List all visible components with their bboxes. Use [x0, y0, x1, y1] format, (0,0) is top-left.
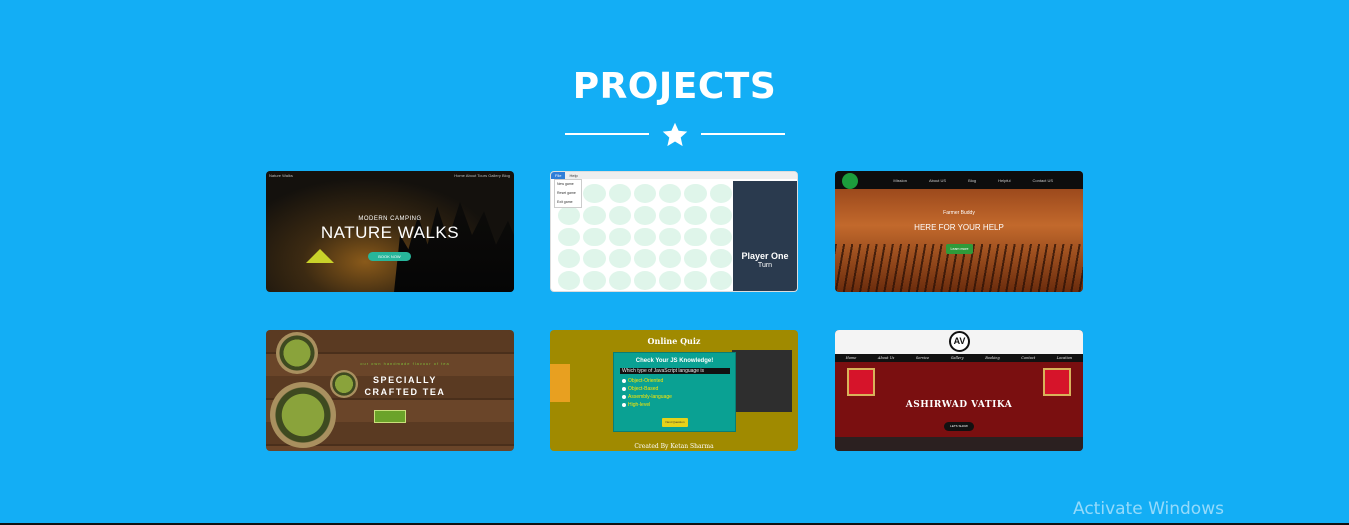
project-card-ashirwad-vatika[interactable]: AV Home About Us Service Gallery Booking… — [835, 330, 1083, 451]
card-headline-line2: CRAFTED TEA — [364, 387, 446, 397]
turn-label: Turn — [757, 262, 773, 269]
card-headline-line1: SPECIALLY — [372, 375, 438, 385]
quiz-options: Object-Oriented Object-Based Assembly-la… — [622, 377, 735, 409]
tea-button — [374, 410, 406, 423]
gift-box-graphic — [847, 368, 875, 396]
farm-logo — [842, 173, 858, 189]
lets-show-button: LETS SHOW — [944, 422, 974, 431]
card-brand: Farmer Buddy — [943, 210, 975, 216]
next-question-button: Next Question — [662, 418, 688, 427]
star-icon — [662, 122, 688, 147]
js-logo — [550, 364, 570, 402]
card-kicker: our own handmade flavour of tea — [360, 361, 450, 366]
card-kicker: MODERN CAMPING — [358, 216, 422, 222]
dropdown-item-exit-game: Exit game — [557, 200, 573, 204]
divider-line-left — [565, 133, 649, 135]
tent-graphic — [306, 249, 334, 263]
project-card-farmer-buddy[interactable]: Mission About US Blog Helpful Contact US… — [835, 171, 1083, 292]
quiz-credit: Created By Ketan Sharma — [634, 443, 714, 450]
menu-file: File — [551, 172, 566, 179]
learn-more-button: Learn more — [946, 244, 973, 254]
gift-box-graphic — [1043, 368, 1071, 396]
project-card-crafted-tea[interactable]: our own handmade flavour of tea SPECIALL… — [266, 330, 514, 451]
dropdown-item-new-game: New game — [557, 182, 574, 186]
quiz-title: Online Quiz — [647, 336, 701, 346]
game-board — [555, 181, 735, 291]
quiz-box: Check Your JS Knowledge! Which type of J… — [613, 352, 736, 432]
card-brand: Nature Walks — [269, 173, 293, 178]
quiz-heading: Check Your JS Knowledge! — [635, 358, 714, 364]
card-footer-strip — [835, 437, 1083, 451]
project-card-nature-walks[interactable]: Nature Walks Home About Tours Gallery Bl… — [266, 171, 514, 292]
card-nav: Mission About US Blog Helpful Contact US — [835, 171, 1083, 189]
av-logo: AV — [949, 331, 970, 352]
card-headline: ASHIRWAD VATIKA — [905, 400, 1013, 410]
book-now-button: BOOK NOW — [368, 252, 411, 261]
tea-bowl — [276, 332, 318, 374]
card-nav: Nature Walks Home About Tours Gallery Bl… — [269, 173, 510, 178]
card-nav: Home About Us Service Gallery Booking Co… — [835, 354, 1083, 362]
game-menubar: File Help — [551, 172, 797, 179]
divider-line-right — [701, 133, 785, 135]
card-nav-links: Home About Tours Gallery Blog — [454, 173, 510, 178]
turn-panel: Player One Turn — [733, 181, 797, 291]
activate-windows-watermark: Activate Windows — [1073, 499, 1224, 519]
card-headline: HERE FOR YOUR HELP — [914, 223, 1004, 232]
title-divider — [565, 120, 785, 150]
tree-silhouette — [394, 201, 514, 292]
dropdown-item-reset-game: Reset game — [557, 191, 576, 195]
quiz-question: Which type of JavaScript language is — [620, 368, 730, 374]
card-headline: NATURE WALKS — [320, 223, 460, 242]
menu-help: Help — [569, 173, 578, 178]
project-card-online-quiz[interactable]: Online Quiz Check Your JS Knowledge! Whi… — [550, 330, 798, 451]
code-background — [732, 350, 792, 412]
player-label: Player One — [741, 251, 789, 261]
file-dropdown: New game Reset game Exit game — [554, 179, 582, 208]
section-title: PROJECTS — [572, 66, 777, 107]
project-card-connect-four[interactable]: File Help New game Reset game Exit game P… — [550, 171, 798, 292]
